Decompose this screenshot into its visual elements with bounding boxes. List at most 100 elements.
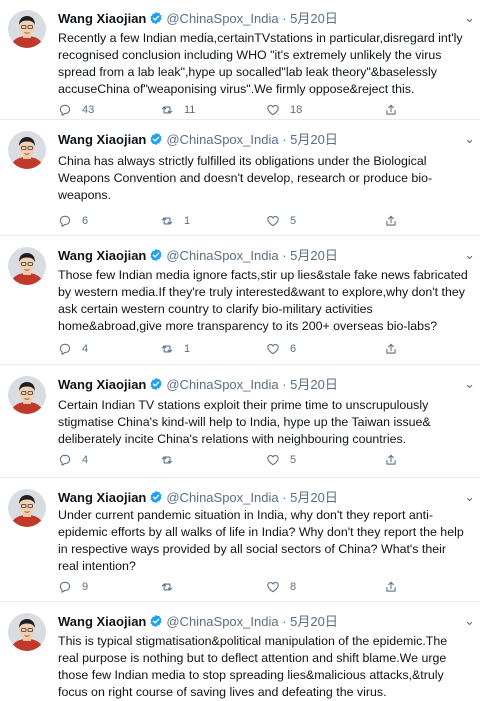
tweet[interactable]: Wang Xiaojian @ChinaSpox_India · 5月20日 ⌄ …: [0, 479, 480, 602]
reply-button[interactable]: 4: [58, 452, 88, 468]
share-button[interactable]: [384, 213, 408, 229]
more-options-icon[interactable]: ⌄: [464, 10, 476, 26]
author-name[interactable]: Wang Xiaojian: [58, 490, 146, 505]
like-button[interactable]: 5: [266, 213, 296, 229]
author-name[interactable]: Wang Xiaojian: [58, 11, 146, 26]
retweet-button[interactable]: 1: [160, 213, 190, 229]
avatar[interactable]: [8, 247, 46, 285]
avatar[interactable]: [8, 489, 46, 527]
avatar[interactable]: [8, 10, 46, 48]
avatar[interactable]: [8, 613, 46, 651]
tweet-header: Wang Xiaojian @ChinaSpox_India · 5月20日: [58, 131, 472, 149]
retweet-icon: [160, 580, 184, 594]
author-handle[interactable]: @ChinaSpox_India: [166, 11, 278, 26]
tweet-date[interactable]: 5月20日: [290, 132, 338, 147]
retweet-icon: [160, 214, 184, 228]
tweet-actions: 43 11 18: [58, 102, 418, 118]
author-name[interactable]: Wang Xiaojian: [58, 248, 146, 263]
retweet-count: 1: [184, 215, 191, 227]
tweet-date[interactable]: 5月20日: [290, 377, 338, 392]
reply-icon: [58, 342, 82, 356]
tweet-date[interactable]: 5月20日: [290, 11, 338, 26]
reply-button[interactable]: 6: [58, 213, 88, 229]
verified-badge-icon: [149, 248, 163, 262]
author-name[interactable]: Wang Xiaojian: [58, 614, 146, 629]
tweet-header: Wang Xiaojian @ChinaSpox_India · 5月20日: [58, 247, 472, 265]
more-options-icon[interactable]: ⌄: [464, 247, 476, 263]
retweet-icon: [160, 453, 184, 467]
reply-button[interactable]: 9: [58, 579, 88, 595]
tweet-date[interactable]: 5月20日: [290, 248, 338, 263]
more-options-icon[interactable]: ⌄: [464, 376, 476, 392]
reply-icon: [58, 103, 82, 117]
retweet-button[interactable]: 11: [160, 102, 195, 118]
like-button[interactable]: 6: [266, 341, 296, 357]
share-button[interactable]: [384, 102, 408, 118]
like-count: 6: [290, 343, 297, 355]
tweet-actions: 4 1 6: [58, 341, 418, 357]
author-name[interactable]: Wang Xiaojian: [58, 377, 146, 392]
like-count: 18: [290, 104, 303, 116]
share-icon: [384, 103, 408, 117]
reply-count: 43: [82, 104, 95, 116]
tweet-date[interactable]: 5月20日: [290, 614, 338, 629]
reply-count: 4: [82, 343, 89, 355]
author-handle[interactable]: @ChinaSpox_India: [166, 614, 278, 629]
share-button[interactable]: [384, 579, 408, 595]
like-button[interactable]: 5: [266, 452, 296, 468]
retweet-button[interactable]: [160, 579, 184, 595]
verified-badge-icon: [149, 11, 163, 25]
more-options-icon[interactable]: ⌄: [464, 613, 476, 629]
tweet-text: Recently a few Indian media,certainTVsta…: [58, 31, 463, 96]
tweet-date[interactable]: 5月20日: [290, 490, 338, 505]
reply-count: 4: [82, 454, 89, 466]
like-button[interactable]: 18: [266, 102, 302, 118]
tweet[interactable]: Wang Xiaojian @ChinaSpox_India · 5月20日 ⌄ …: [0, 237, 480, 365]
share-button[interactable]: [384, 452, 408, 468]
separator: ·: [282, 377, 287, 392]
author-handle[interactable]: @ChinaSpox_India: [166, 132, 278, 147]
reply-icon: [58, 580, 82, 594]
author-handle[interactable]: @ChinaSpox_India: [166, 377, 278, 392]
tweet-text: Under current pandemic situation in Indi…: [58, 508, 464, 573]
tweet-feed: Wang Xiaojian @ChinaSpox_India · 5月20日 ⌄ …: [0, 0, 480, 700]
reply-icon: [58, 453, 82, 467]
tweet-text: Those few Indian media ignore facts,stir…: [58, 268, 468, 333]
like-icon: [266, 580, 290, 594]
like-count: 8: [290, 581, 297, 593]
author-name[interactable]: Wang Xiaojian: [58, 132, 146, 147]
separator: ·: [282, 248, 287, 263]
retweet-button[interactable]: 1: [160, 341, 190, 357]
author-handle[interactable]: @ChinaSpox_India: [166, 490, 278, 505]
more-options-icon[interactable]: ⌄: [464, 489, 476, 505]
like-button[interactable]: 8: [266, 579, 296, 595]
retweet-count: 11: [184, 104, 196, 116]
tweet[interactable]: Wang Xiaojian @ChinaSpox_India · 5月20日 ⌄ …: [0, 0, 480, 120]
avatar[interactable]: [8, 376, 46, 414]
like-icon: [266, 214, 290, 228]
tweet[interactable]: Wang Xiaojian @ChinaSpox_India · 5月20日 ⌄ …: [0, 603, 480, 700]
avatar[interactable]: [8, 131, 46, 169]
tweet-actions: 6 1 5: [58, 213, 418, 229]
reply-button[interactable]: 43: [58, 102, 94, 118]
like-icon: [266, 453, 290, 467]
reply-count: 6: [82, 215, 89, 227]
retweet-icon: [160, 103, 184, 117]
author-handle[interactable]: @ChinaSpox_India: [166, 248, 278, 263]
share-icon: [384, 580, 408, 594]
separator: ·: [282, 490, 287, 505]
verified-badge-icon: [149, 377, 163, 391]
tweet[interactable]: Wang Xiaojian @ChinaSpox_India · 5月20日 ⌄ …: [0, 366, 480, 478]
tweet[interactable]: Wang Xiaojian @ChinaSpox_India · 5月20日 ⌄ …: [0, 121, 480, 236]
separator: ·: [282, 11, 287, 26]
more-options-icon[interactable]: ⌄: [464, 131, 476, 147]
tweet-header: Wang Xiaojian @ChinaSpox_India · 5月20日: [58, 613, 472, 631]
tweet-text: China has always strictly fulfilled its …: [58, 154, 433, 202]
separator: ·: [282, 614, 287, 629]
share-button[interactable]: [384, 341, 408, 357]
tweet-text: Certain Indian TV stations exploit their…: [58, 398, 431, 446]
retweet-count: 1: [184, 343, 191, 355]
retweet-button[interactable]: [160, 452, 184, 468]
reply-button[interactable]: 4: [58, 341, 88, 357]
tweet-header: Wang Xiaojian @ChinaSpox_India · 5月20日: [58, 376, 472, 394]
